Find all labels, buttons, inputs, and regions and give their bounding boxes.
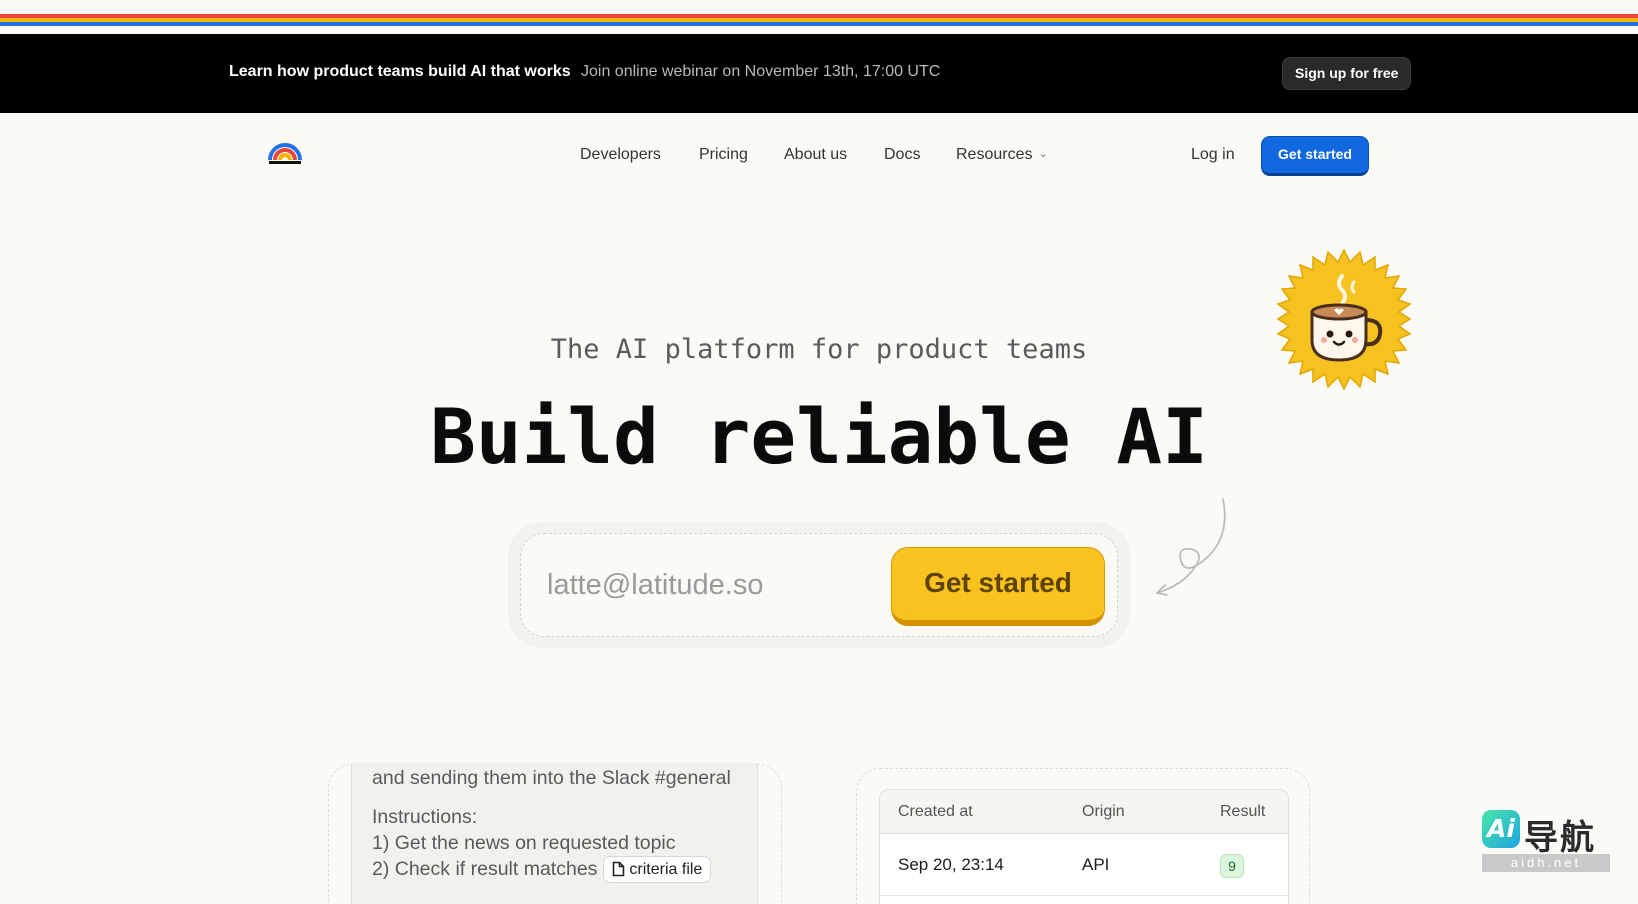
watermark-logo-icon: Ai [1482,810,1520,848]
signup-form-inner: Get started [520,533,1118,637]
column-header-origin: Origin [1082,803,1125,820]
prompt-card: and sending them into the Slack #general… [328,763,782,904]
logs-card: Created at Origin Result Sep 20, 23:14 A… [856,768,1310,904]
criteria-file-label: criteria file [629,861,703,878]
hero-get-started-button[interactable]: Get started [891,547,1105,626]
announcement-detail: Join online webinar on November 13th, 17… [581,63,941,80]
top-nav: Developers Pricing About us Docs Resourc… [0,113,1638,197]
announcement-headline[interactable]: Learn how product teams build AI that wo… [229,63,571,81]
nav-pricing[interactable]: Pricing [699,146,748,164]
login-link[interactable]: Log in [1191,146,1235,164]
prompt-line: Instructions: [372,806,478,828]
rainbow-stripe [0,0,1638,34]
table-header: Created at Origin Result [880,790,1288,834]
prompt-line-text: 2) Check if result matches [372,858,598,880]
column-header-result: Result [1220,803,1266,820]
logs-table: Created at Origin Result Sep 20, 23:14 A… [879,789,1289,904]
file-icon [613,861,625,877]
watermark-name: 导航 [1524,818,1596,858]
site-watermark: Ai 导航 aidh.net [1482,808,1610,874]
prompt-line: 1) Get the news on requested topic [372,832,676,854]
prompt-editor: and sending them into the Slack #general… [351,763,758,904]
watermark-domain: aidh.net [1482,854,1610,872]
prompt-line: and sending them into the Slack #general [372,767,731,789]
table-row[interactable]: Sep 20, 23:14 API 9 [880,834,1288,896]
coffee-mug-badge-icon [1276,248,1412,391]
chevron-down-icon: ⌄ [1038,148,1048,160]
cell-created-at: Sep 20, 23:14 [898,855,1004,874]
nav-resources[interactable]: Resources ⌄ [956,146,1048,164]
signup-free-button[interactable]: Sign up for free [1282,57,1412,90]
curly-arrow-icon [1156,498,1226,596]
hero-subtitle: The AI platform for product teams [550,334,1088,365]
prompt-line-with-attachment: 2) Check if result matches criteria file [372,856,737,883]
hero-headline: Build reliable AI [430,392,1208,481]
signup-form: Get started [508,522,1130,648]
latitude-logo-icon[interactable] [268,143,302,165]
email-input[interactable] [547,564,867,606]
nav-about-us[interactable]: About us [784,146,847,164]
criteria-file-chip[interactable]: criteria file [603,856,712,883]
cell-origin: API [1082,855,1110,874]
announcement-bar: Learn how product teams build AI that wo… [0,34,1638,113]
column-header-created-at: Created at [898,803,973,820]
result-score-badge: 9 [1220,854,1244,878]
nav-developers[interactable]: Developers [580,146,661,164]
nav-resources-label: Resources [956,146,1033,163]
nav-get-started-button[interactable]: Get started [1261,136,1369,176]
nav-docs[interactable]: Docs [884,146,920,164]
